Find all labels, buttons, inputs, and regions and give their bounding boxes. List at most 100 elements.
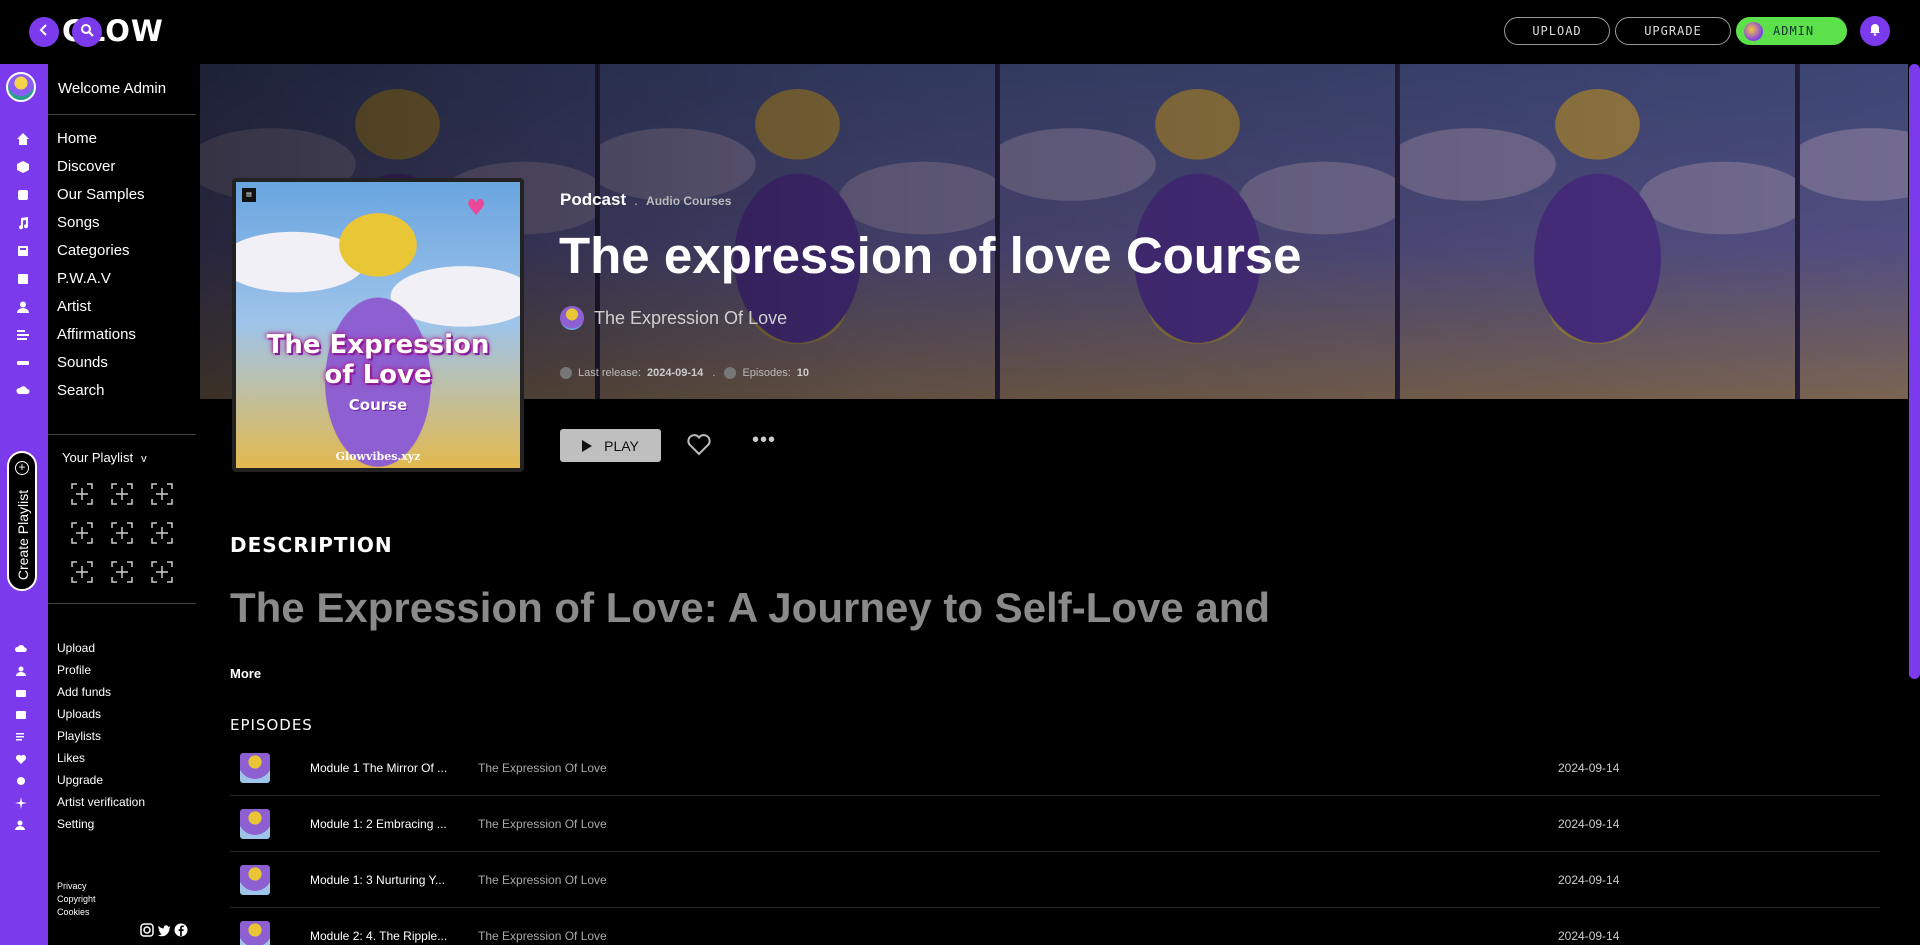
create-playlist-label: Create Playlist <box>15 489 31 581</box>
episode-date: 2024-09-14 <box>1558 928 1620 943</box>
avatar <box>1744 22 1763 41</box>
sparkle-icon[interactable] <box>15 796 27 809</box>
uploads-icon[interactable] <box>15 708 27 720</box>
episode-date: 2024-09-14 <box>1558 872 1620 887</box>
scrollbar-thumb[interactable] <box>1909 64 1920 679</box>
menu-likes[interactable]: Likes <box>57 751 85 765</box>
add-playlist-slot-icon[interactable] <box>70 521 94 545</box>
admin-button[interactable]: ADMIN <box>1736 17 1847 45</box>
bell-icon <box>1868 22 1882 41</box>
samples-icon[interactable] <box>16 188 30 202</box>
divider <box>48 603 196 604</box>
add-playlist-slot-icon[interactable] <box>150 482 174 506</box>
artist-name: The Expression Of Love <box>594 307 788 328</box>
add-playlist-slot-icon[interactable] <box>110 560 134 584</box>
add-playlist-slot-icon[interactable] <box>110 521 134 545</box>
episode-artist[interactable]: The Expression Of Love <box>478 929 607 943</box>
table-row[interactable]: Module 1: 2 Embracing ... The Expression… <box>230 796 1880 852</box>
wallet-icon[interactable] <box>15 686 27 698</box>
menu-playlists[interactable]: Playlists <box>57 729 101 743</box>
cookies-link[interactable]: Cookies <box>57 907 90 917</box>
nav-sounds[interactable]: Sounds <box>57 354 108 371</box>
upload-button[interactable]: UPLOAD <box>1504 17 1610 45</box>
nav-artist[interactable]: Artist <box>57 298 91 315</box>
nav-songs[interactable]: Songs <box>57 214 100 231</box>
play-button[interactable]: PLAY <box>560 429 661 462</box>
search-button[interactable] <box>72 17 102 47</box>
episode-title[interactable]: Module 1: 2 Embracing ... <box>310 817 455 831</box>
like-button[interactable] <box>686 433 712 457</box>
separator-dot: . <box>634 192 639 208</box>
table-row[interactable]: Module 2: 4. The Ripple... The Expressio… <box>230 908 1880 945</box>
facebook-icon[interactable] <box>174 923 188 937</box>
settings-user-icon[interactable] <box>15 818 27 830</box>
your-playlist-header[interactable]: Your Playlist v <box>62 450 147 465</box>
nav-affirmations[interactable]: Affirmations <box>57 326 136 343</box>
nav-our-samples[interactable]: Our Samples <box>57 186 145 203</box>
play-icon <box>582 439 593 452</box>
back-button[interactable] <box>29 17 59 47</box>
music-note-icon[interactable] <box>16 216 30 230</box>
nav-discover[interactable]: Discover <box>57 158 115 175</box>
episode-thumbnail <box>240 920 270 945</box>
nav-categories[interactable]: Categories <box>57 242 130 259</box>
menu-upgrade[interactable]: Upgrade <box>57 773 103 787</box>
upload-cloud-icon[interactable] <box>14 642 27 654</box>
copyright-link[interactable]: Copyright <box>57 894 96 904</box>
chevron-left-icon <box>37 23 51 42</box>
top-bar: GLOW UPLOAD UPGRADE ADMIN <box>0 0 1920 64</box>
add-playlist-slot-icon[interactable] <box>110 482 134 506</box>
episode-artist[interactable]: The Expression Of Love <box>478 873 607 887</box>
table-row[interactable]: Module 1 The Mirror Of ... The Expressio… <box>230 740 1880 796</box>
episode-title[interactable]: Module 1: 3 Nurturing Y... <box>310 873 455 887</box>
badge-icon: ▤ <box>242 188 256 202</box>
user-avatar[interactable] <box>6 72 36 102</box>
last-release-label: Last release: <box>578 367 641 379</box>
playlists-icon[interactable] <box>15 730 27 742</box>
add-playlist-slot-icon[interactable] <box>150 560 174 584</box>
artist-icon[interactable] <box>16 300 30 314</box>
category-link[interactable]: Audio Courses <box>646 194 731 208</box>
notifications-button[interactable] <box>1860 16 1890 46</box>
menu-artist-verification[interactable]: Artist verification <box>57 795 145 809</box>
affirmations-icon[interactable] <box>16 328 30 342</box>
home-icon[interactable] <box>16 132 30 146</box>
twitter-icon[interactable] <box>157 923 171 937</box>
add-playlist-slot-icon[interactable] <box>150 521 174 545</box>
upgrade-icon[interactable] <box>15 774 27 786</box>
episode-artist[interactable]: The Expression Of Love <box>478 817 607 831</box>
profile-icon[interactable] <box>15 664 27 676</box>
more-link[interactable]: More <box>230 666 261 681</box>
menu-upload[interactable]: Upload <box>57 641 95 655</box>
menu-add-funds[interactable]: Add funds <box>57 685 111 699</box>
plus-icon: + <box>15 461 29 475</box>
episode-title[interactable]: Module 2: 4. The Ripple... <box>310 929 455 943</box>
nav-home[interactable]: Home <box>57 130 97 147</box>
pwav-icon[interactable] <box>16 272 30 286</box>
episode-date: 2024-09-14 <box>1558 760 1620 775</box>
menu-profile[interactable]: Profile <box>57 663 91 677</box>
heart-icon[interactable] <box>15 752 27 764</box>
add-playlist-slot-icon[interactable] <box>70 482 94 506</box>
create-playlist-button[interactable]: + Create Playlist <box>7 451 37 591</box>
nav-search[interactable]: Search <box>57 382 105 399</box>
upgrade-button[interactable]: UPGRADE <box>1615 17 1731 45</box>
divider <box>48 434 196 435</box>
table-row[interactable]: Module 1: 3 Nurturing Y... The Expressio… <box>230 852 1880 908</box>
nav-pwav[interactable]: P.W.A.V <box>57 270 111 287</box>
episode-thumbnail <box>240 808 270 839</box>
episode-artist[interactable]: The Expression Of Love <box>478 761 607 775</box>
separator-dot: . <box>709 367 719 379</box>
instagram-icon[interactable] <box>140 923 154 937</box>
add-playlist-slot-icon[interactable] <box>70 560 94 584</box>
discover-icon[interactable] <box>16 160 30 174</box>
categories-icon[interactable] <box>16 244 30 258</box>
privacy-link[interactable]: Privacy <box>57 881 87 891</box>
menu-setting[interactable]: Setting <box>57 817 94 831</box>
episode-title[interactable]: Module 1 The Mirror Of ... <box>310 761 455 775</box>
more-options-button[interactable]: ••• <box>752 429 776 452</box>
artist-link[interactable]: The Expression Of Love <box>560 306 787 330</box>
menu-uploads[interactable]: Uploads <box>57 707 101 721</box>
search-cloud-icon[interactable] <box>16 384 30 398</box>
sounds-icon[interactable] <box>16 356 30 370</box>
